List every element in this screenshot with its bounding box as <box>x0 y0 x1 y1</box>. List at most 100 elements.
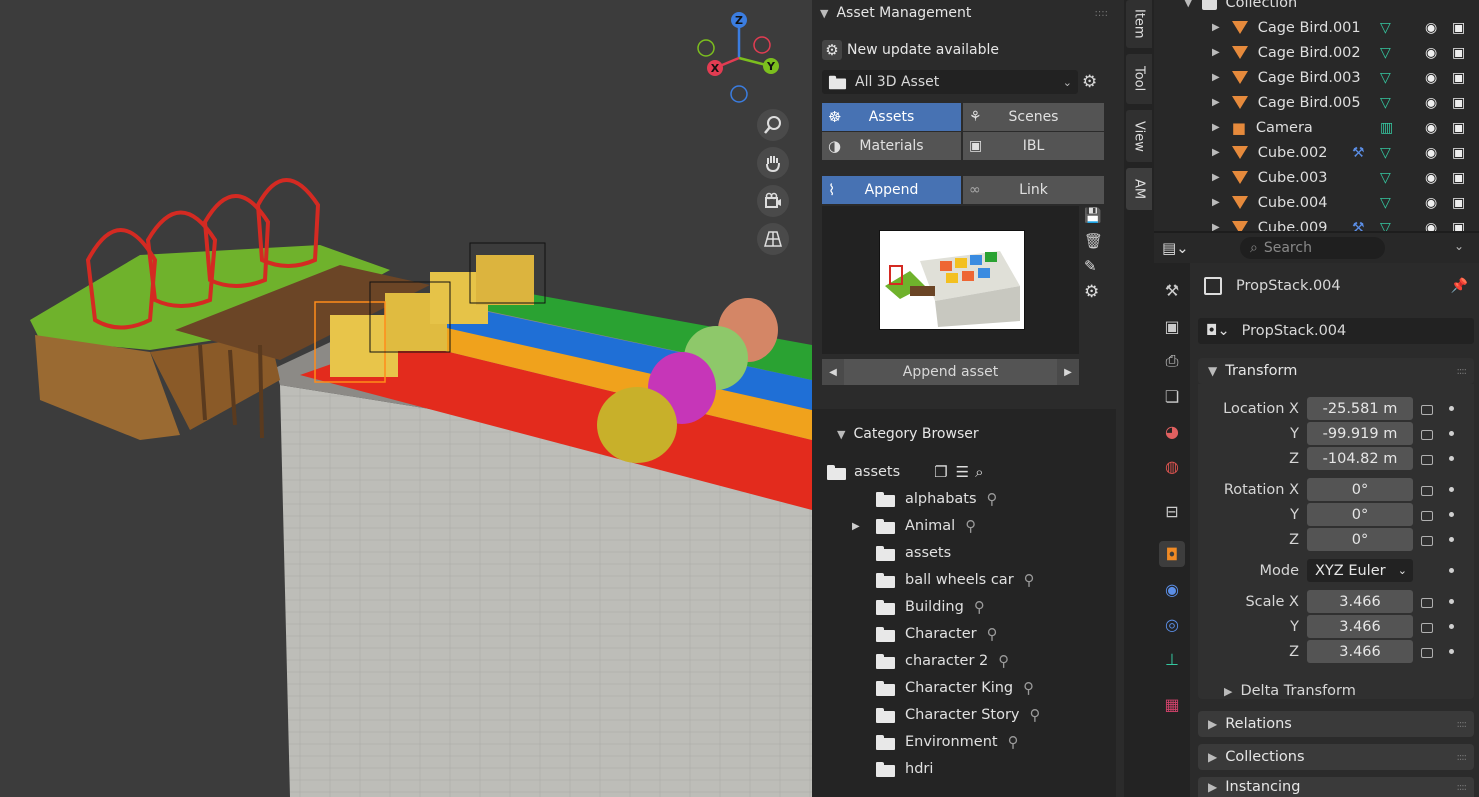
drag-grip-icon[interactable]: :::: <box>1457 366 1468 377</box>
tab-scenes[interactable]: ⚘ Scenes <box>963 103 1104 131</box>
output-icon[interactable]: ⎙ <box>1159 348 1185 374</box>
collection-icon[interactable]: ⊟ <box>1159 498 1185 524</box>
rotation-x-field[interactable]: 0° <box>1307 478 1413 501</box>
category-item[interactable]: character 2 ⚲ <box>852 648 1009 674</box>
rotation-mode-dropdown[interactable]: XYZ Euler ⌄ <box>1307 559 1413 582</box>
search-input[interactable]: ⌕ Search <box>1240 237 1385 259</box>
pin-icon[interactable]: ⚲ <box>1008 733 1019 751</box>
location-x-field[interactable]: -25.581 m <box>1307 397 1413 420</box>
outliner-item[interactable]: ▶ Cage Bird.003 ▽ ◉ ▣ <box>1154 65 1479 90</box>
keyframe-dot-icon[interactable] <box>1449 568 1454 573</box>
pin-icon[interactable]: ⚲ <box>965 517 976 535</box>
lock-icon[interactable] <box>1421 486 1433 496</box>
link-mode-button[interactable]: ∞ Link <box>963 176 1104 204</box>
camera-render-icon[interactable]: ▣ <box>1452 45 1465 61</box>
object-icon[interactable]: ◘ <box>1159 541 1185 567</box>
search-icon[interactable]: ⌕ <box>975 463 983 481</box>
drag-grip-icon[interactable]: :::: <box>1457 719 1468 730</box>
root-folder-assets[interactable]: assets ❐ ☰ ⌕ <box>827 459 983 485</box>
keyframe-dot-icon[interactable] <box>1449 406 1454 411</box>
mesh-data-icon[interactable]: ▽ <box>1380 170 1391 186</box>
category-item[interactable]: ball wheels car ⚲ <box>852 567 1035 593</box>
pin-icon[interactable]: ⚲ <box>974 598 985 616</box>
eye-icon[interactable]: ◉ <box>1425 20 1437 36</box>
mesh-data-icon[interactable]: ▽ <box>1380 95 1391 111</box>
keyframe-dot-icon[interactable] <box>1449 431 1454 436</box>
eye-icon[interactable]: ◉ <box>1425 70 1437 86</box>
mesh-data-icon[interactable]: ▽ <box>1380 195 1391 211</box>
library-dropdown[interactable]: All 3D Asset ⌄ <box>822 70 1078 94</box>
wrench-icon[interactable]: ⚒ <box>1352 220 1365 232</box>
pin-icon[interactable]: ⚲ <box>1030 706 1041 724</box>
chevron-down-icon[interactable]: ⌄ <box>1454 239 1464 253</box>
object-type-dropdown-icon[interactable]: ◘⌄ <box>1206 323 1230 339</box>
outliner-item[interactable]: ▶ Cage Bird.002 ▽ ◉ ▣ <box>1154 40 1479 65</box>
lock-icon[interactable] <box>1421 648 1433 658</box>
gear-icon[interactable]: ⚙ <box>1084 282 1099 302</box>
asset-management-header[interactable]: ▼ Asset Management :::: <box>820 0 1116 26</box>
pan-hand-icon[interactable] <box>757 147 789 179</box>
pin-icon[interactable]: 📌 <box>1451 278 1468 294</box>
rotation-z-field[interactable]: 0° <box>1307 528 1413 551</box>
list-icon[interactable]: ☰ <box>956 463 969 481</box>
outliner-item[interactable]: ▶ Cage Bird.005 ▽ ◉ ▣ <box>1154 90 1479 115</box>
previous-asset-button[interactable]: ◀ <box>822 359 844 385</box>
eye-icon[interactable]: ◉ <box>1425 220 1437 232</box>
location-y-field[interactable]: -99.919 m <box>1307 422 1413 445</box>
trash-icon[interactable]: 🗑 <box>1084 232 1103 250</box>
scale-z-field[interactable]: 3.466 <box>1307 640 1413 663</box>
scene-icon[interactable]: ◕ <box>1159 418 1185 444</box>
lock-icon[interactable] <box>1421 405 1433 415</box>
tab-assets[interactable]: ☸ Assets <box>822 103 961 131</box>
next-asset-button[interactable]: ▶ <box>1057 359 1079 385</box>
view-layer-icon[interactable]: ❏ <box>1159 383 1185 409</box>
location-z-field[interactable]: -104.82 m <box>1307 447 1413 470</box>
rotation-y-field[interactable]: 0° <box>1307 503 1413 526</box>
mesh-data-icon[interactable]: ▥ <box>1380 120 1393 136</box>
expand-arrow-icon[interactable]: ▶ <box>1212 147 1220 158</box>
transform-panel-header[interactable]: ▼ Transform :::: <box>1198 358 1474 384</box>
collections-panel-header[interactable]: ▶ Collections :::: <box>1198 744 1474 770</box>
category-item[interactable]: ▶ Animal ⚲ <box>852 513 976 539</box>
object-data-icon[interactable]: ⊥ <box>1159 646 1185 672</box>
category-item[interactable]: Character Story ⚲ <box>852 702 1041 728</box>
expand-arrow-icon[interactable]: ▶ <box>1212 222 1220 231</box>
mesh-data-icon[interactable]: ▽ <box>1380 70 1391 86</box>
tab-am[interactable]: AM <box>1126 168 1152 210</box>
editor-type-icon[interactable]: ▤⌄ <box>1162 237 1200 259</box>
eye-icon[interactable]: ◉ <box>1425 45 1437 61</box>
render-icon[interactable]: ▣ <box>1159 313 1185 339</box>
expand-arrow-icon[interactable]: ▶ <box>1212 22 1220 33</box>
tab-item[interactable]: Item <box>1126 0 1152 48</box>
camera-view-icon[interactable] <box>757 185 789 217</box>
mesh-data-icon[interactable]: ▽ <box>1380 145 1391 161</box>
drag-grip-icon[interactable]: :::: <box>1457 782 1468 793</box>
camera-render-icon[interactable]: ▣ <box>1452 195 1465 211</box>
outliner-item[interactable]: ▶ Cage Bird.001 ▽ ◉ ▣ <box>1154 15 1479 40</box>
expand-arrow-icon[interactable]: ▶ <box>1212 172 1220 183</box>
wrench-icon[interactable]: ⚒ <box>1352 145 1365 161</box>
expand-arrow-icon[interactable]: ▶ <box>1212 197 1220 208</box>
save-icon[interactable]: 💾 <box>1084 208 1102 226</box>
expand-arrow-icon[interactable]: ▶ <box>1212 97 1220 108</box>
asset-thumbnail[interactable] <box>879 230 1025 330</box>
lock-icon[interactable] <box>1421 623 1433 633</box>
keyframe-dot-icon[interactable] <box>1449 599 1454 604</box>
settings-gear-icon[interactable]: ⚙ <box>1082 72 1097 92</box>
mesh-data-icon[interactable]: ▽ <box>1380 220 1391 232</box>
relations-panel-header[interactable]: ▶ Relations :::: <box>1198 711 1474 737</box>
keyframe-dot-icon[interactable] <box>1449 487 1454 492</box>
outliner-item[interactable]: ▶ Cube.003 ▽ ◉ ▣ <box>1154 165 1479 190</box>
perspective-grid-icon[interactable] <box>757 223 789 255</box>
category-item[interactable]: assets <box>852 540 951 566</box>
mesh-data-icon[interactable]: ▽ <box>1380 20 1391 36</box>
scale-x-field[interactable]: 3.466 <box>1307 590 1413 613</box>
pin-icon[interactable]: ⚲ <box>987 625 998 643</box>
expand-arrow-icon[interactable]: ▶ <box>852 521 860 532</box>
keyframe-dot-icon[interactable] <box>1449 456 1454 461</box>
axis-gizmo[interactable]: Z Y X <box>690 8 790 108</box>
tab-materials[interactable]: ◑ Materials <box>822 132 961 160</box>
pin-icon[interactable]: ⚲ <box>998 652 1009 670</box>
outliner-item[interactable]: ▶ ■ Camera ▥ ◉ ▣ <box>1154 115 1479 140</box>
world-icon[interactable]: ◍ <box>1159 453 1185 479</box>
